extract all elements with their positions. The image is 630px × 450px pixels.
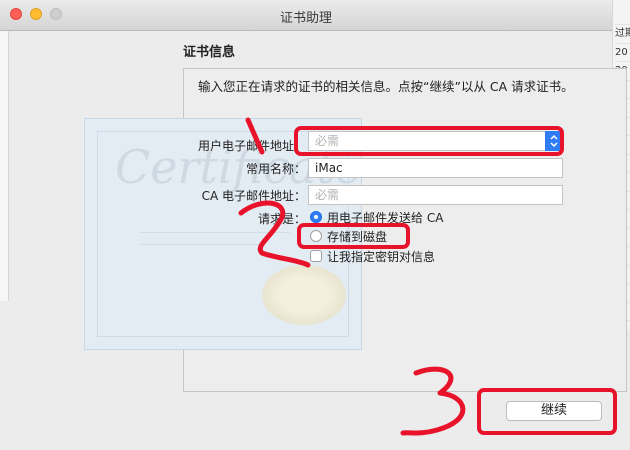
annotation-3 xyxy=(400,366,466,436)
annotation-strokes xyxy=(238,117,466,436)
annotation-2 xyxy=(238,200,311,268)
annotation-1 xyxy=(245,117,265,155)
